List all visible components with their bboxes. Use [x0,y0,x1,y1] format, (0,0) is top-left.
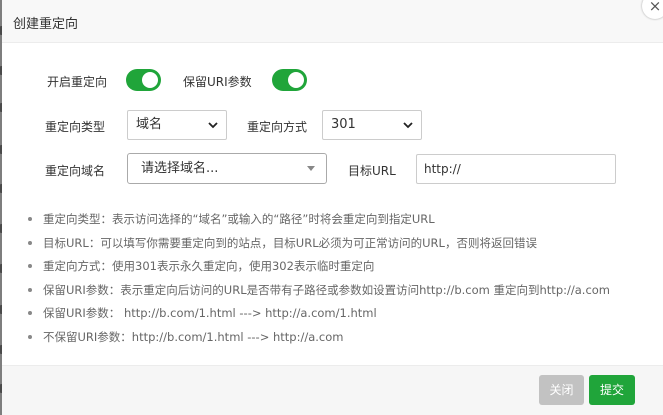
redirect-type-select[interactable]: 域名 [127,110,227,140]
enable-redirect-label: 开启重定向 [47,75,108,89]
redirect-method-select[interactable]: 301 [322,110,422,140]
keep-uri-toggle[interactable] [272,69,307,91]
enable-redirect-toggle[interactable] [126,69,161,91]
redirect-domain-select[interactable]: 请选择域名... [127,153,327,184]
note-item: 保留URI参数：表示重定向后访问的URL是否带有子路径或参数如设置访问http:… [28,282,610,306]
redirect-modal: 创建重定向 开启重定向 保留URI参数 重定向类型 域名 重定向方式 301 重… [2,0,663,415]
redirect-type-value: 域名 [136,117,163,132]
target-url-input[interactable] [416,154,616,184]
redirect-method-label: 重定向方式 [247,120,308,134]
chevron-down-icon [403,122,413,129]
redirect-domain-label: 重定向域名 [45,164,106,178]
modal-footer: 关闭 提交 [2,365,663,415]
modal-title: 创建重定向 [13,17,79,32]
target-url-label: 目标URL [348,164,396,178]
close-button[interactable]: 关闭 [539,375,584,405]
note-item: 不保留URI参数：http://b.com/1.html ---> http:/… [28,329,610,353]
note-item: 目标URL：可以填写你需要重定向到的站点，目标URL必须为可正常访问的URL，否… [28,235,610,259]
note-item: 重定向方式：使用301表示永久重定向，使用302表示临时重定向 [28,258,610,282]
modal-header [2,0,663,43]
note-item: 保留URI参数： http://b.com/1.html ---> http:/… [28,305,610,329]
caret-down-icon [307,166,315,171]
chevron-down-icon [208,122,218,129]
redirect-type-label: 重定向类型 [45,120,106,134]
redirect-method-value: 301 [331,117,356,132]
redirect-domain-placeholder: 请选择域名... [141,161,219,176]
help-notes: 重定向类型：表示访问选择的“域名”或输入的“路径”时将会重定向到指定URL 目标… [28,211,610,352]
submit-button[interactable]: 提交 [589,375,635,405]
note-item: 重定向类型：表示访问选择的“域名”或输入的“路径”时将会重定向到指定URL [28,211,610,235]
keep-uri-label: 保留URI参数 [183,75,252,89]
